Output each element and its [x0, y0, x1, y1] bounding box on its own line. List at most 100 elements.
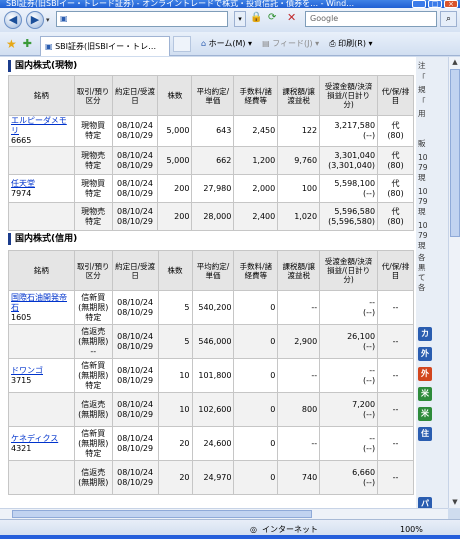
horizontal-scroll-thumb[interactable]	[12, 510, 312, 518]
stock-name-link[interactable]: ドワンゴ	[11, 366, 43, 375]
new-tab-button[interactable]	[172, 35, 191, 52]
settle-date: 08/10/29	[117, 188, 153, 198]
account-type: 特定	[85, 216, 102, 226]
account-type: 特定	[85, 188, 102, 198]
settle-date: 08/10/29	[117, 409, 154, 419]
lock-icon[interactable]: 🔒	[250, 12, 262, 23]
fee-cell: 0	[233, 392, 279, 427]
sidebar-text: 10	[418, 153, 428, 162]
trade-type-cell: 現物売 特定	[73, 146, 113, 175]
feed-button[interactable]: ▤ フィード(J) ▾	[262, 38, 319, 49]
margin-header-row: 銘柄 取引/預り区分 約定日/受渡日 株数 平均約定/単価 手数料/諸経費等 課…	[8, 250, 414, 291]
header-price: 平均約定/単価	[191, 250, 235, 291]
agent-cell: 代 (80)	[377, 146, 414, 175]
price-cell: 662	[191, 146, 235, 175]
sidebar-text: 10	[418, 221, 428, 230]
date-cell: 08/10/24 08/10/29	[111, 290, 159, 325]
trade-type-cell: 信返売 (無期限)	[73, 460, 113, 495]
stock-name-cell	[8, 146, 75, 175]
sidebar-text: 「	[418, 73, 426, 82]
settle-date: 08/10/29	[117, 131, 153, 140]
sidebar-text: 各	[418, 253, 426, 262]
settle-date: 08/10/29	[117, 307, 154, 317]
amount-cell: -- (--)	[319, 290, 379, 325]
print-button[interactable]: ⎙ 印刷(R) ▾	[329, 38, 372, 49]
price-cell: 27,980	[191, 174, 235, 203]
settlement-pnl: --	[369, 365, 376, 375]
close-button[interactable]: ×	[444, 0, 458, 8]
sidebar-link-button[interactable]: 外	[418, 347, 432, 361]
tab-active[interactable]: ▣ SBI証券(旧SBIイー・トレ…	[39, 35, 170, 56]
maximize-button[interactable]: □	[428, 0, 442, 8]
vertical-scroll-thumb[interactable]	[450, 69, 460, 237]
stock-name-link[interactable]: 国際石油開発帝石	[11, 293, 67, 312]
settle-date: 08/10/29	[117, 443, 154, 453]
header-fee: 手数料/諸経費等	[233, 75, 279, 116]
agent-cell: --	[377, 358, 414, 393]
sidebar-text: 10	[418, 187, 428, 196]
sidebar-text: 現	[418, 207, 426, 216]
price-cell: 102,600	[191, 392, 235, 427]
stock-name-link[interactable]: 任天堂	[11, 179, 35, 188]
stock-name-link[interactable]: エルピーダメモリ	[11, 116, 67, 135]
trade-type: 信返売	[81, 467, 106, 477]
amount-cell: 3,217,580 (--)	[319, 115, 379, 147]
sidebar-text: 79	[418, 163, 428, 172]
sidebar-link-button[interactable]: 米	[418, 407, 432, 421]
trade-type: 信返売	[81, 326, 106, 336]
tab-page-icon: ▣	[44, 41, 53, 51]
sidebar-link-button[interactable]: 外	[418, 367, 432, 381]
sidebar-text: 用	[418, 109, 426, 118]
date-cell: 08/10/24 08/10/29	[111, 426, 159, 461]
home-icon: ⌂	[200, 39, 207, 48]
sidebar-link-button[interactable]: 住	[418, 427, 432, 441]
vertical-scrollbar[interactable]: ▲ ▼	[448, 57, 460, 508]
table-row: 信返売 (無期限) 08/10/24 08/10/29 20 24,970 0 740 6,66…	[8, 460, 414, 495]
tax-cell: 9,760	[277, 146, 321, 175]
qty-cell: 5	[157, 324, 193, 359]
account-type: --	[90, 346, 97, 356]
amount-cell: 3,301,040 (3,301,040)	[319, 146, 379, 175]
sidebar-text: 黒	[418, 263, 426, 272]
sidebar-link-button[interactable]: 米	[418, 387, 432, 401]
sidebar-link-button[interactable]: パ	[418, 497, 432, 508]
stock-name-cell: 国際石油開発帝石 1605	[8, 290, 75, 325]
forward-button[interactable]: ▶	[26, 11, 44, 29]
header-type: 取引/預り区分	[73, 250, 113, 291]
search-input[interactable]: Google	[305, 11, 437, 27]
trade-date: 08/10/24	[117, 178, 153, 188]
stock-code: 1605	[11, 312, 32, 322]
stock-name-link[interactable]: ケネディクス	[11, 434, 58, 443]
horizontal-scrollbar[interactable]	[0, 508, 448, 519]
header-amount: 受渡金額/決済損益/(日計り分)	[319, 250, 379, 291]
price-cell: 24,970	[191, 460, 235, 495]
fee-cell: 0	[233, 426, 279, 461]
qty-cell: 10	[157, 358, 193, 393]
scroll-up-icon[interactable]: ▲	[449, 57, 460, 68]
day-trade-amount: (5,596,580)	[328, 216, 376, 226]
agent: 代	[391, 178, 400, 188]
favorites-star-icon[interactable]: ★	[6, 37, 17, 51]
address-dropdown-button[interactable]: ▾	[234, 11, 246, 27]
table-row: 信返売 (無期限) 08/10/24 08/10/29 10 102,600 0 800 7,2…	[8, 392, 414, 427]
print-label: 印刷(R)	[338, 39, 366, 48]
refresh-icon[interactable]: ⟳	[268, 12, 276, 23]
sidebar-text: 販	[418, 139, 426, 148]
address-bar[interactable]: ▣	[56, 11, 228, 27]
history-dropdown-icon[interactable]: ▾	[46, 16, 50, 24]
search-button[interactable]: ⌕	[440, 11, 457, 27]
settlement-pnl: --	[369, 297, 376, 307]
day-trade-amount: (--)	[363, 375, 376, 385]
home-button[interactable]: ⌂ ホーム(M) ▾	[201, 38, 252, 49]
stop-icon[interactable]: ✕	[287, 11, 296, 24]
taskbar	[0, 535, 460, 539]
day-trade-amount: (--)	[363, 307, 376, 317]
minimize-button[interactable]: _	[412, 0, 426, 8]
sidebar-text: 注	[418, 61, 426, 70]
back-button[interactable]: ◀	[4, 11, 22, 29]
add-favorites-icon[interactable]: ✚	[23, 37, 32, 50]
sidebar-text: て	[418, 273, 426, 282]
sidebar-link-button[interactable]: カ	[418, 327, 432, 341]
sidebar-text: 「	[418, 97, 426, 106]
scroll-down-icon[interactable]: ▼	[449, 497, 460, 508]
